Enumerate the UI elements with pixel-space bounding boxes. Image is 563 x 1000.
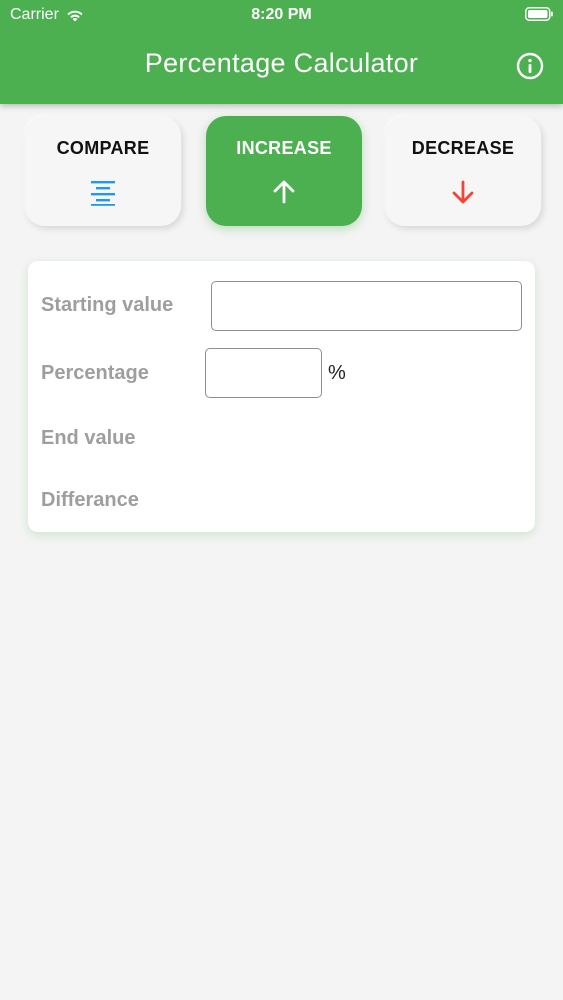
align-center-icon	[91, 181, 115, 206]
decrease-button[interactable]: DECREASE	[385, 116, 541, 226]
percent-sign: %	[328, 362, 346, 384]
info-icon[interactable]	[516, 52, 544, 80]
status-time: 8:20 PM	[251, 6, 312, 23]
starting-value-input[interactable]	[211, 281, 522, 331]
battery-icon	[525, 7, 553, 21]
starting-value-label: Starting value	[41, 294, 174, 316]
end-value-label: End value	[41, 427, 136, 449]
difference-label: Differance	[41, 489, 139, 511]
status-bar: Carrier 8:20 PM	[0, 0, 563, 30]
app-header: Carrier 8:20 PM Percentage Calculator	[0, 0, 563, 104]
arrow-down-icon	[452, 180, 474, 204]
compare-label: COMPARE	[56, 138, 150, 158]
decrease-label: DECREASE	[411, 138, 515, 158]
percentage-label: Percentage	[41, 362, 149, 384]
page-title: Percentage Calculator	[144, 48, 419, 78]
calculator-form-card: Starting value Percentage % End value Di…	[28, 261, 535, 532]
arrow-up-icon	[273, 180, 295, 204]
increase-button[interactable]: INCREASE	[206, 116, 362, 226]
increase-label: INCREASE	[236, 138, 332, 158]
percentage-input[interactable]	[205, 348, 322, 398]
compare-button[interactable]: COMPARE	[25, 116, 181, 226]
